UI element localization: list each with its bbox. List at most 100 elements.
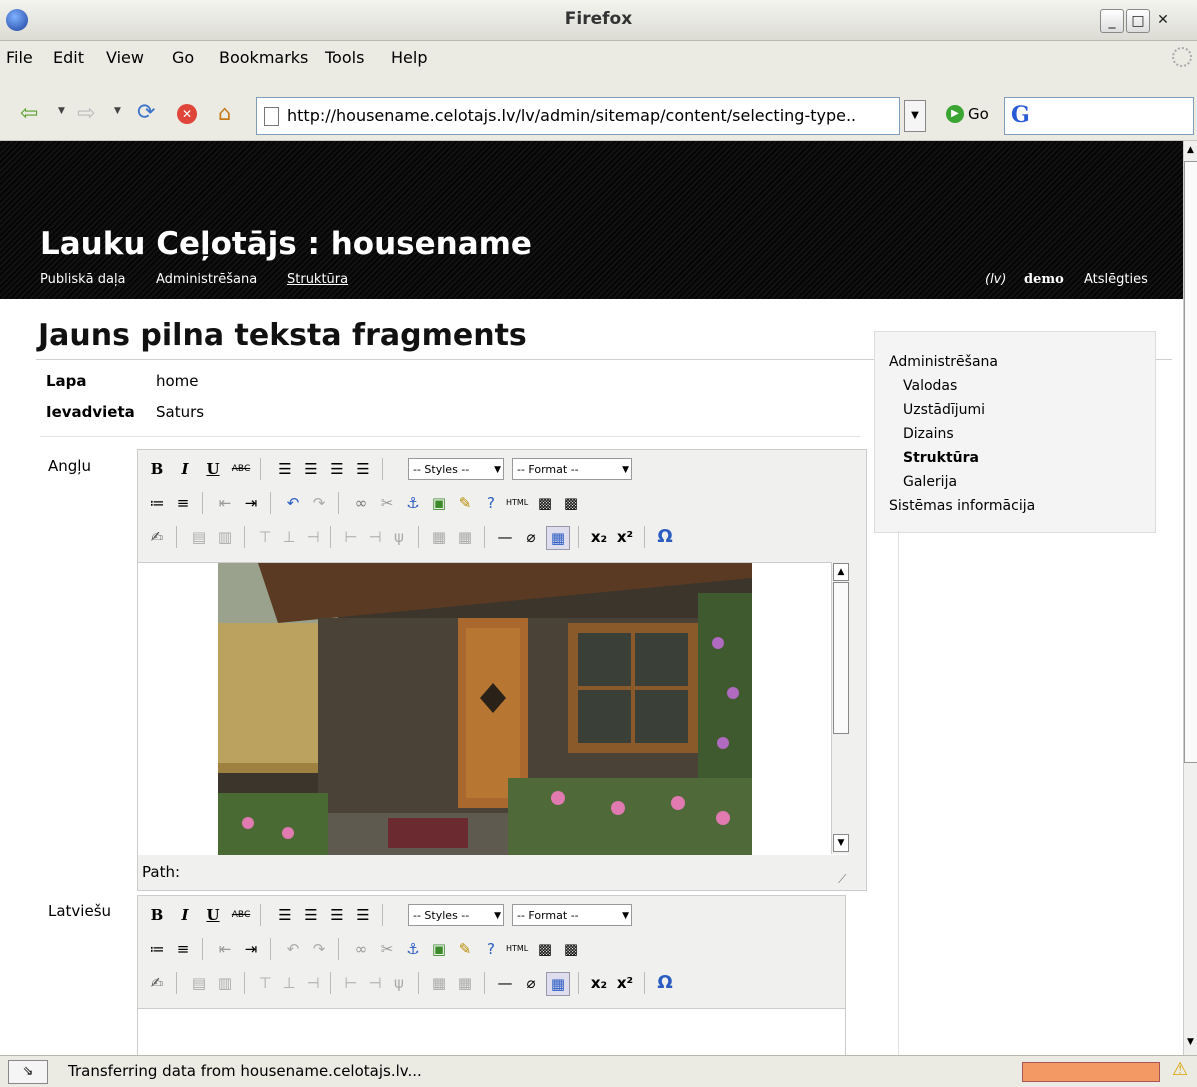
format-select[interactable]: -- Format -- xyxy=(512,904,632,927)
table-cell-icon[interactable]: ▥ xyxy=(214,526,236,548)
image-icon[interactable]: ▣ xyxy=(428,938,450,960)
indent-icon[interactable]: ⇥ xyxy=(240,492,262,514)
indent-icon[interactable]: ⇥ xyxy=(240,938,262,960)
insert-row-after-icon[interactable]: ⊥ xyxy=(278,972,300,994)
stop-icon[interactable]: ✕ xyxy=(177,104,197,124)
special-char-icon[interactable]: Ω xyxy=(654,972,676,994)
editor-content-area[interactable] xyxy=(138,1008,845,1055)
undo-icon[interactable]: ↶ xyxy=(282,492,304,514)
edit-icon[interactable]: ✍ xyxy=(146,526,168,548)
delete-col-icon[interactable]: ψ xyxy=(388,972,410,994)
scroll-down-arrow-icon[interactable]: ▼ xyxy=(833,834,849,852)
anchor-icon[interactable]: ⚓ xyxy=(402,938,424,960)
page-scroll-down-arrow-icon[interactable]: ▼ xyxy=(1184,1035,1197,1049)
forward-dropdown-icon[interactable]: ▼ xyxy=(114,106,121,116)
link-structure[interactable]: Struktūra xyxy=(287,272,348,287)
outdent-icon[interactable]: ⇤ xyxy=(214,492,236,514)
bullet-list-icon[interactable]: ≔ xyxy=(146,938,168,960)
special-char-icon[interactable]: Ω xyxy=(654,526,676,548)
scrollbar-thumb[interactable] xyxy=(833,582,849,734)
search-input[interactable]: G xyxy=(1004,97,1194,135)
minimize-button[interactable]: _ xyxy=(1100,9,1124,33)
link-public-part[interactable]: Publiskā daļa xyxy=(40,272,126,287)
bullet-list-icon[interactable]: ≔ xyxy=(146,492,168,514)
remove-format-icon[interactable]: ⌀ xyxy=(520,526,542,548)
bold-icon[interactable]: B xyxy=(146,458,168,480)
menu-view[interactable]: View xyxy=(106,48,144,67)
superscript-icon[interactable]: x² xyxy=(614,972,636,994)
merge-cells-icon[interactable]: ▦ xyxy=(428,972,450,994)
align-right-icon[interactable]: ☰ xyxy=(326,904,348,926)
sidebar-item-gallery[interactable]: Galerija xyxy=(903,474,957,490)
horizontal-rule-icon[interactable]: — xyxy=(494,526,516,548)
media-icon[interactable]: ▩ xyxy=(534,938,556,960)
redo-icon[interactable]: ↷ xyxy=(308,492,330,514)
align-left-icon[interactable]: ☰ xyxy=(274,458,296,480)
insert-col-before-icon[interactable]: ⊢ xyxy=(340,972,362,994)
logout-link[interactable]: Atslēgties xyxy=(1084,272,1148,287)
remove-format-icon[interactable]: ⌀ xyxy=(520,972,542,994)
sidebar-item-design[interactable]: Dizains xyxy=(903,426,954,442)
unlink-icon[interactable]: ✂ xyxy=(376,938,398,960)
insert-col-after-icon[interactable]: ⊣ xyxy=(364,972,386,994)
undo-icon[interactable]: ↶ xyxy=(282,938,304,960)
menu-go[interactable]: Go xyxy=(172,48,194,67)
maximize-button[interactable]: □ xyxy=(1126,9,1150,33)
edit-icon[interactable]: ✍ xyxy=(146,972,168,994)
go-icon[interactable]: ▶ xyxy=(946,105,964,123)
page-scrollbar[interactable]: ▲ ▼ xyxy=(1183,141,1197,1055)
html-icon[interactable]: HTML xyxy=(506,938,528,960)
menu-tools[interactable]: Tools xyxy=(325,48,364,67)
split-cells-icon[interactable]: ▦ xyxy=(454,526,476,548)
media-alt-icon[interactable]: ▩ xyxy=(560,492,582,514)
sidebar-item-languages[interactable]: Valodas xyxy=(903,378,957,394)
styles-select[interactable]: -- Styles -- xyxy=(408,904,504,927)
insert-col-before-icon[interactable]: ⊢ xyxy=(340,526,362,548)
home-icon[interactable]: ⌂ xyxy=(218,102,231,124)
cleanup-icon[interactable]: ✎ xyxy=(454,492,476,514)
go-button[interactable]: Go xyxy=(968,105,989,123)
styles-select[interactable]: -- Styles -- xyxy=(408,458,504,481)
media-icon[interactable]: ▩ xyxy=(534,492,556,514)
editor-content-area[interactable] xyxy=(138,562,848,855)
insert-row-after-icon[interactable]: ⊥ xyxy=(278,526,300,548)
url-dropdown-button[interactable]: ▼ xyxy=(904,100,926,132)
subscript-icon[interactable]: x₂ xyxy=(588,972,610,994)
outdent-icon[interactable]: ⇤ xyxy=(214,938,236,960)
sidebar-item-structure[interactable]: Struktūra xyxy=(903,450,979,466)
image-icon[interactable]: ▣ xyxy=(428,492,450,514)
align-right-icon[interactable]: ☰ xyxy=(326,458,348,480)
sidebar-item-administration[interactable]: Administrēšana xyxy=(889,354,998,370)
media-alt-icon[interactable]: ▩ xyxy=(560,938,582,960)
unlink-icon[interactable]: ✂ xyxy=(376,492,398,514)
back-dropdown-icon[interactable]: ▼ xyxy=(58,106,65,116)
table-row-icon[interactable]: ▤ xyxy=(188,972,210,994)
align-justify-icon[interactable]: ☰ xyxy=(352,904,374,926)
merge-cells-icon[interactable]: ▦ xyxy=(428,526,450,548)
menu-help[interactable]: Help xyxy=(391,48,427,67)
url-input[interactable]: http://housename.celotajs.lv/lv/admin/si… xyxy=(256,97,900,135)
menu-bookmarks[interactable]: Bookmarks xyxy=(219,48,308,67)
html-icon[interactable]: HTML xyxy=(506,492,528,514)
close-button[interactable]: ✕ xyxy=(1152,9,1174,31)
help-icon[interactable]: ? xyxy=(480,938,502,960)
menu-edit[interactable]: Edit xyxy=(53,48,84,67)
format-select[interactable]: -- Format -- xyxy=(512,458,632,481)
anchor-icon[interactable]: ⚓ xyxy=(402,492,424,514)
delete-row-icon[interactable]: ⊣ xyxy=(302,972,324,994)
page-scroll-up-arrow-icon[interactable]: ▲ xyxy=(1184,143,1197,157)
visual-aid-icon[interactable]: ▦ xyxy=(546,972,570,996)
split-cells-icon[interactable]: ▦ xyxy=(454,972,476,994)
forward-arrow-icon[interactable]: ⇨ xyxy=(77,103,95,125)
italic-icon[interactable]: I xyxy=(174,904,196,926)
insert-row-before-icon[interactable]: ⊤ xyxy=(254,972,276,994)
menu-file[interactable]: File xyxy=(6,48,33,67)
page-scrollbar-thumb[interactable] xyxy=(1184,161,1197,763)
horizontal-rule-icon[interactable]: — xyxy=(494,972,516,994)
insert-col-after-icon[interactable]: ⊣ xyxy=(364,526,386,548)
link-icon[interactable]: ∞ xyxy=(350,938,372,960)
align-center-icon[interactable]: ☰ xyxy=(300,458,322,480)
align-left-icon[interactable]: ☰ xyxy=(274,904,296,926)
sidebar-item-settings[interactable]: Uzstādījumi xyxy=(903,402,985,418)
strikethrough-icon[interactable]: ABC xyxy=(230,458,252,480)
